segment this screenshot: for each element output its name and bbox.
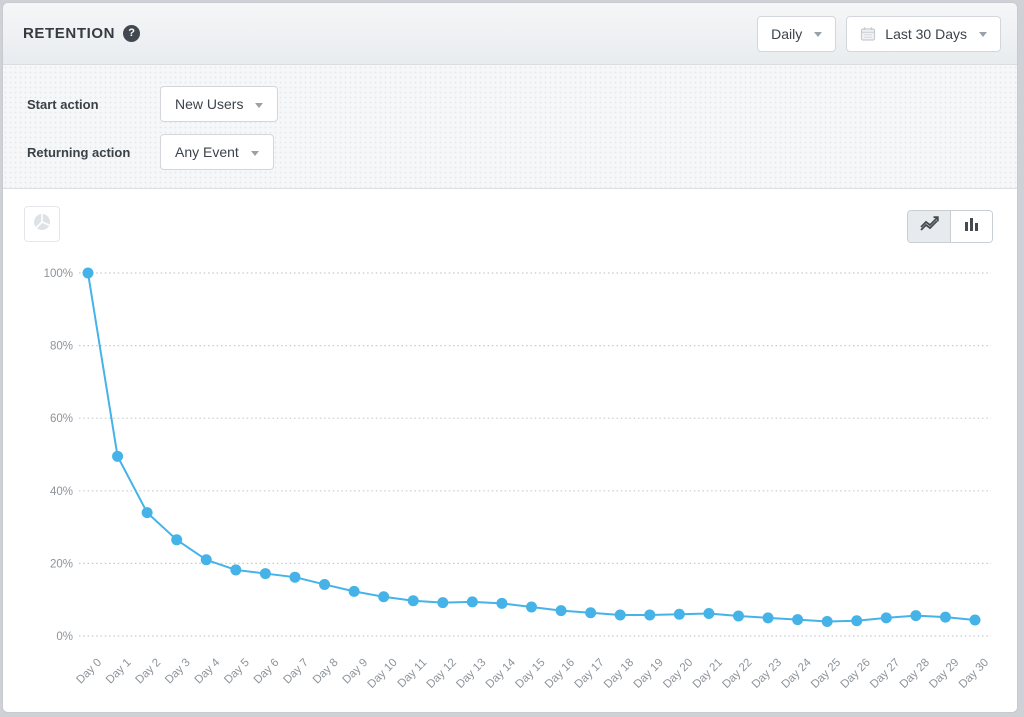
x-tick-label: Day 26 xyxy=(839,657,873,691)
data-point[interactable] xyxy=(881,612,892,623)
x-tick-label: Day 16 xyxy=(543,657,577,691)
data-point[interactable] xyxy=(230,564,241,575)
returning-action-label: Returning action xyxy=(27,145,160,160)
chevron-down-icon xyxy=(814,32,822,37)
page-title: RETENTION xyxy=(23,25,115,42)
start-action-label: Start action xyxy=(27,97,160,112)
data-point[interactable] xyxy=(822,616,833,627)
x-tick-label: Day 22 xyxy=(720,657,754,691)
y-tick-label: 80% xyxy=(50,341,73,353)
x-tick-label: Day 24 xyxy=(779,656,814,691)
calendar-icon xyxy=(860,26,876,42)
data-point[interactable] xyxy=(792,614,803,625)
data-point[interactable] xyxy=(585,607,596,618)
data-point[interactable] xyxy=(201,554,212,565)
data-point[interactable] xyxy=(526,601,537,612)
x-tick-label: Day 30 xyxy=(957,657,991,691)
data-point[interactable] xyxy=(615,609,626,620)
granularity-dropdown[interactable]: Daily xyxy=(757,16,836,52)
x-tick-label: Day 25 xyxy=(809,657,843,691)
data-point[interactable] xyxy=(970,615,981,626)
y-tick-label: 60% xyxy=(50,413,73,425)
returning-action-row: Returning action Any Event xyxy=(27,134,993,170)
chevron-down-icon xyxy=(251,151,259,156)
start-action-row: Start action New Users xyxy=(27,86,993,122)
data-point[interactable] xyxy=(674,609,685,620)
date-range-dropdown[interactable]: Last 30 Days xyxy=(846,16,1001,52)
data-point[interactable] xyxy=(496,598,507,609)
x-tick-label: Day 5 xyxy=(222,657,252,687)
chevron-down-icon xyxy=(255,103,263,108)
data-point[interactable] xyxy=(644,609,655,620)
x-tick-label: Day 21 xyxy=(691,657,725,691)
x-tick-label: Day 20 xyxy=(661,657,695,691)
x-tick-label: Day 6 xyxy=(252,657,282,687)
data-point[interactable] xyxy=(289,572,300,583)
data-point[interactable] xyxy=(556,605,567,616)
x-tick-label: Day 12 xyxy=(425,657,459,691)
x-tick-label: Day 3 xyxy=(163,657,193,687)
x-tick-label: Day 28 xyxy=(898,657,932,691)
data-point[interactable] xyxy=(703,608,714,619)
start-action-value: New Users xyxy=(175,96,243,112)
x-tick-label: Day 7 xyxy=(281,657,311,687)
data-point[interactable] xyxy=(112,451,123,462)
x-tick-label: Day 4 xyxy=(193,656,223,686)
header-controls: Daily Last 30 Days xyxy=(757,16,1001,52)
data-point[interactable] xyxy=(408,595,419,606)
date-range-dropdown-label: Last 30 Days xyxy=(885,26,967,42)
x-tick-label: Day 29 xyxy=(927,657,961,691)
x-tick-label: Day 19 xyxy=(632,657,666,691)
start-action-dropdown[interactable]: New Users xyxy=(160,86,278,122)
retention-line-chart: 100%80%60%40%20%0%Day 0Day 1Day 2Day 3Da… xyxy=(3,189,1015,712)
granularity-dropdown-label: Daily xyxy=(771,26,802,42)
x-tick-label: Day 17 xyxy=(573,657,607,691)
y-tick-label: 40% xyxy=(50,486,73,498)
chart-section: 100%80%60%40%20%0%Day 0Day 1Day 2Day 3Da… xyxy=(3,189,1017,712)
data-point[interactable] xyxy=(940,612,951,623)
data-point[interactable] xyxy=(910,610,921,621)
x-tick-label: Day 0 xyxy=(74,657,104,687)
returning-action-dropdown[interactable]: Any Event xyxy=(160,134,274,170)
y-tick-label: 20% xyxy=(50,558,73,570)
x-tick-label: Day 8 xyxy=(311,657,341,687)
retention-line xyxy=(88,273,975,621)
filters-panel: Start action New Users Returning action … xyxy=(3,65,1017,189)
data-point[interactable] xyxy=(763,612,774,623)
data-point[interactable] xyxy=(319,579,330,590)
data-point[interactable] xyxy=(171,534,182,545)
y-tick-label: 100% xyxy=(44,268,73,280)
data-point[interactable] xyxy=(467,596,478,607)
x-tick-label: Day 27 xyxy=(868,657,902,691)
help-icon[interactable]: ? xyxy=(123,25,140,42)
retention-report-card: RETENTION ? Daily Last 30 D xyxy=(2,2,1018,713)
x-tick-label: Day 14 xyxy=(484,656,519,691)
data-point[interactable] xyxy=(260,568,271,579)
data-point[interactable] xyxy=(851,615,862,626)
x-tick-label: Day 23 xyxy=(750,657,784,691)
data-point[interactable] xyxy=(437,597,448,608)
y-tick-label: 0% xyxy=(56,631,73,643)
chevron-down-icon xyxy=(979,32,987,37)
x-tick-label: Day 11 xyxy=(396,657,430,691)
x-tick-label: Day 1 xyxy=(104,657,134,687)
report-header: RETENTION ? Daily Last 30 D xyxy=(3,3,1017,65)
x-tick-label: Day 18 xyxy=(602,657,636,691)
data-point[interactable] xyxy=(349,586,360,597)
returning-action-value: Any Event xyxy=(175,144,239,160)
data-point[interactable] xyxy=(142,507,153,518)
x-tick-label: Day 15 xyxy=(513,657,547,691)
x-tick-label: Day 2 xyxy=(134,657,164,687)
x-tick-label: Day 13 xyxy=(454,657,488,691)
data-point[interactable] xyxy=(733,611,744,622)
x-tick-label: Day 10 xyxy=(366,657,400,691)
data-point[interactable] xyxy=(378,591,389,602)
data-point[interactable] xyxy=(83,268,94,279)
